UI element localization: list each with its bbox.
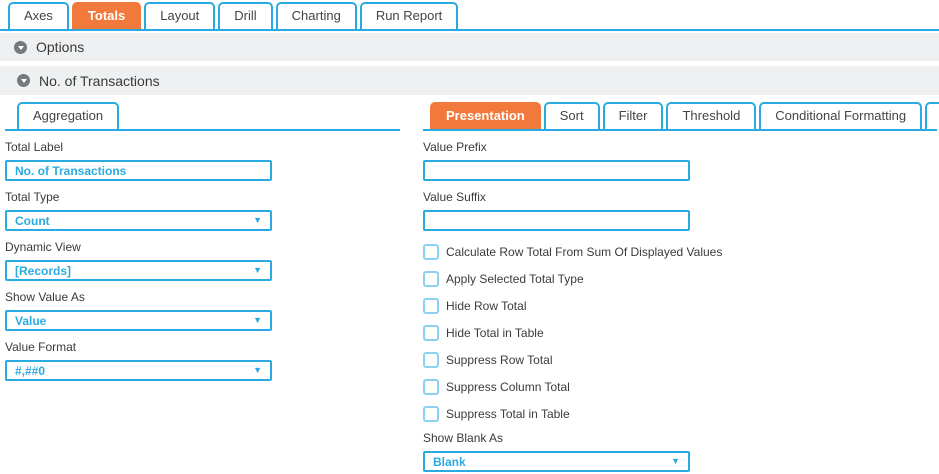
tab-run-report[interactable]: Run Report [360,2,458,29]
checkbox-suppress-row-total[interactable]: Suppress Row Total [423,351,937,368]
checkbox-label: Suppress Row Total [446,353,553,367]
tab-drill[interactable]: Drill [218,2,272,29]
tab-axes[interactable]: Axes [8,2,69,29]
section-title: No. of Transactions [39,73,160,89]
checkbox-hide-row-total[interactable]: Hide Row Total [423,297,937,314]
checkbox-icon[interactable] [423,325,439,341]
left-sub-tab-bar: Aggregation [5,103,400,131]
checkbox-label: Hide Total in Table [446,326,544,340]
value-format-label: Value Format [5,341,400,354]
presentation-panel: Presentation Sort Filter Threshold Condi… [423,103,937,472]
chevron-down-icon [18,46,24,50]
checkbox-apply-selected-total-type[interactable]: Apply Selected Total Type [423,270,937,287]
tab-filter[interactable]: Filter [603,102,664,129]
show-value-as-label: Show Value As [5,291,400,304]
tab-conditional-formatting[interactable]: Conditional Formatting [759,102,922,129]
tab-sort[interactable]: Sort [544,102,600,129]
collapse-chevron-icon[interactable] [17,74,30,87]
checkbox-icon[interactable] [423,271,439,287]
right-sub-tab-bar: Presentation Sort Filter Threshold Condi… [423,103,937,131]
checkbox-label: Calculate Row Total From Sum Of Displaye… [446,245,722,259]
checkbox-calculate-row-total[interactable]: Calculate Row Total From Sum Of Displaye… [423,243,937,260]
show-blank-as-label: Show Blank As [423,432,937,445]
value-prefix-input[interactable] [423,160,690,181]
dynamic-view-field: Dynamic View [Records] ▼ [5,241,400,281]
show-blank-as-dropdown[interactable]: Blank ▼ [423,451,690,472]
dropdown-value: Count [15,214,50,228]
total-label-field: Total Label [5,141,400,181]
checkbox-label: Hide Row Total [446,299,526,313]
tab-layout[interactable]: Layout [144,2,215,29]
checkbox-icon[interactable] [423,406,439,422]
checkbox-icon[interactable] [423,298,439,314]
chevron-down-icon: ▼ [671,457,680,466]
show-blank-as-field: Show Blank As Blank ▼ [423,432,937,472]
tab-totals[interactable]: Totals [72,2,141,29]
value-suffix-field: Value Suffix [423,191,937,231]
checkbox-label: Suppress Column Total [446,380,570,394]
checkbox-suppress-column-total[interactable]: Suppress Column Total [423,378,937,395]
dropdown-value: [Records] [15,264,71,278]
tab-tooltips[interactable]: Tooltips [925,102,939,129]
main-tab-bar: Axes Totals Layout Drill Charting Run Re… [0,0,939,31]
dropdown-value: #,##0 [15,364,45,378]
total-type-dropdown[interactable]: Count ▼ [5,210,272,231]
value-format-field: Value Format #,##0 ▼ [5,341,400,381]
total-type-field: Total Type Count ▼ [5,191,400,231]
tab-threshold[interactable]: Threshold [666,102,756,129]
checkbox-icon[interactable] [423,352,439,368]
dropdown-value: Value [15,314,46,328]
section-title: Options [36,39,84,55]
section-header-transactions[interactable]: No. of Transactions [0,66,939,95]
total-type-label: Total Type [5,191,400,204]
presentation-checkbox-list: Calculate Row Total From Sum Of Displaye… [423,243,937,422]
chevron-down-icon: ▼ [253,366,262,375]
collapse-chevron-icon[interactable] [14,41,27,54]
value-format-dropdown[interactable]: #,##0 ▼ [5,360,272,381]
total-label-label: Total Label [5,141,400,154]
checkbox-icon[interactable] [423,379,439,395]
checkbox-suppress-total-in-table[interactable]: Suppress Total in Table [423,405,937,422]
chevron-down-icon [21,79,27,83]
value-suffix-input[interactable] [423,210,690,231]
checkbox-hide-total-in-table[interactable]: Hide Total in Table [423,324,937,341]
show-value-as-field: Show Value As Value ▼ [5,291,400,331]
checkbox-icon[interactable] [423,244,439,260]
value-prefix-field: Value Prefix [423,141,937,181]
dynamic-view-label: Dynamic View [5,241,400,254]
value-prefix-label: Value Prefix [423,141,937,154]
checkbox-label: Apply Selected Total Type [446,272,584,286]
section-header-options[interactable]: Options [0,33,939,61]
chevron-down-icon: ▼ [253,266,262,275]
tab-charting[interactable]: Charting [276,2,357,29]
dynamic-view-dropdown[interactable]: [Records] ▼ [5,260,272,281]
total-label-input[interactable] [5,160,272,181]
checkbox-label: Suppress Total in Table [446,407,570,421]
value-suffix-label: Value Suffix [423,191,937,204]
show-value-as-dropdown[interactable]: Value ▼ [5,310,272,331]
tab-presentation[interactable]: Presentation [430,102,541,129]
aggregation-panel: Aggregation Total Label Total Type Count… [5,103,400,381]
totals-config-screen: Axes Totals Layout Drill Charting Run Re… [0,0,939,474]
dropdown-value: Blank [433,455,466,469]
chevron-down-icon: ▼ [253,216,262,225]
chevron-down-icon: ▼ [253,316,262,325]
tab-aggregation[interactable]: Aggregation [17,102,119,129]
